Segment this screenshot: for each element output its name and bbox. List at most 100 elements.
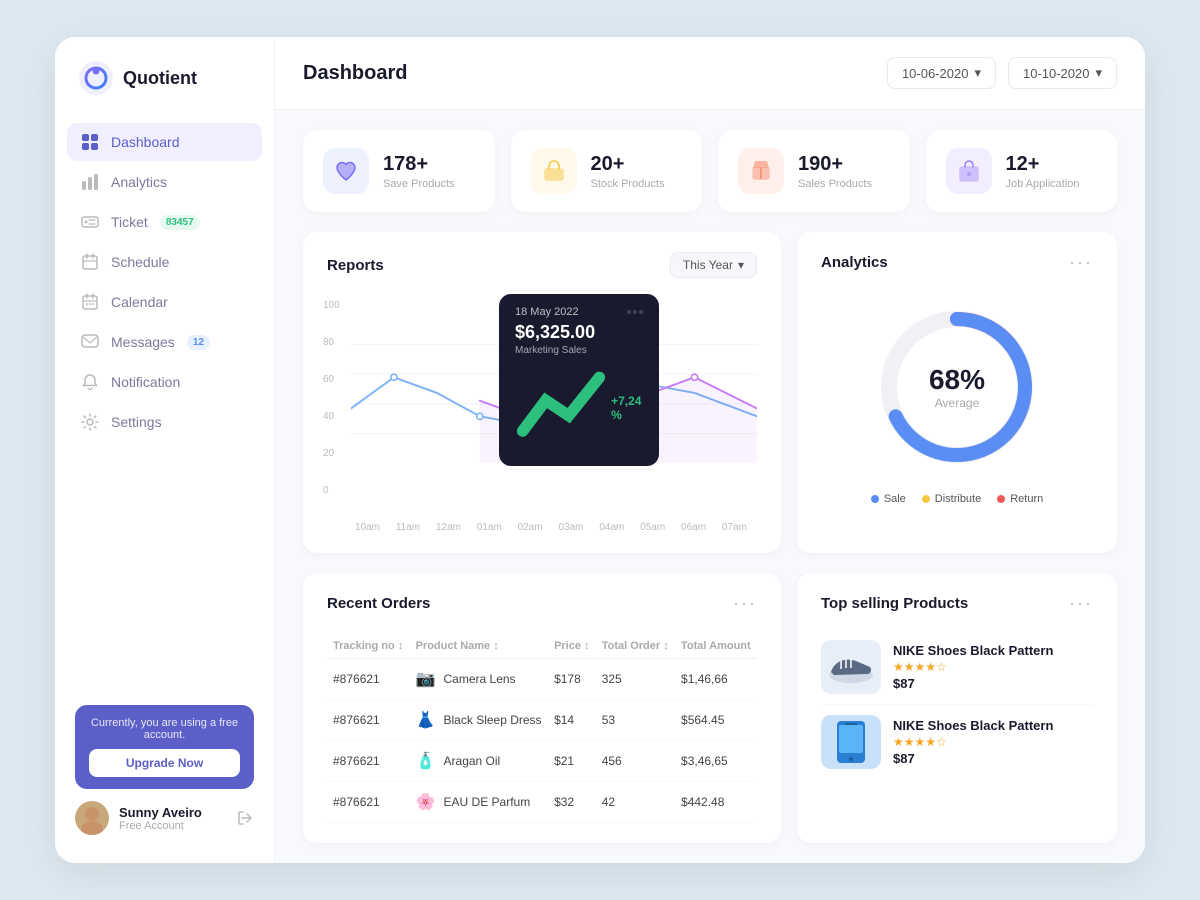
content: 178+ Save Products 20+ Stock Products (275, 110, 1145, 863)
return-dot (997, 495, 1005, 503)
sidebar-bottom: Currently, you are using a free account.… (55, 693, 274, 847)
upgrade-box: Currently, you are using a free account.… (75, 705, 254, 789)
logout-icon[interactable] (236, 809, 254, 827)
product-item-1: NIKE Shoes Black Pattern ★★★★☆ $87 (821, 630, 1093, 705)
sidebar-item-label: Ticket (111, 214, 148, 230)
sidebar-item-notification[interactable]: Notification (67, 363, 262, 401)
message-icon (81, 333, 99, 351)
top-selling-title: Top selling Products (821, 595, 968, 612)
total-amount-cell: $3,46,65 (675, 741, 757, 782)
top-more-icon[interactable]: ··· (1069, 593, 1093, 614)
total-amount-cell: $564.45 (675, 700, 757, 741)
sidebar-item-analytics[interactable]: Analytics (67, 163, 262, 201)
sidebar-item-label: Settings (111, 414, 162, 430)
sidebar-item-label: Messages (111, 334, 175, 350)
upgrade-text: Currently, you are using a free account. (89, 717, 240, 741)
product-cell: 🧴Aragan Oil (410, 741, 548, 782)
distribute-dot (922, 495, 930, 503)
bell-icon (81, 373, 99, 391)
sidebar-item-dashboard[interactable]: Dashboard (67, 123, 262, 161)
product-stars-1: ★★★★☆ (893, 660, 1093, 674)
total-order-cell: 456 (596, 741, 675, 782)
sidebar-item-schedule[interactable]: Schedule (67, 243, 262, 281)
chart-header: Reports This Year ▾ (327, 252, 757, 278)
reports-title: Reports (327, 257, 384, 274)
chart-icon (81, 173, 99, 191)
stat-label-job: Job Application (1006, 178, 1080, 190)
stat-value-save: 178+ (383, 153, 455, 176)
product-cell: 👗Black Sleep Dress (410, 700, 548, 741)
table-row: #876621 🧴Aragan Oil $21 456 $3,46,65 (327, 741, 757, 782)
logo-icon (79, 61, 113, 95)
donut-chart: 68% Average (867, 297, 1047, 477)
header: Dashboard 10-06-2020 ▾ 10-10-2020 ▾ (275, 37, 1145, 110)
orders-more-icon[interactable]: ··· (733, 593, 757, 614)
date-from-button[interactable]: 10-06-2020 ▾ (887, 57, 996, 89)
price-cell: $178 (548, 659, 596, 700)
sidebar-item-ticket[interactable]: Ticket 83457 (67, 203, 262, 241)
nav-items: Dashboard Analytics Ticket (55, 123, 274, 693)
stat-value-sales: 190+ (798, 153, 872, 176)
sidebar-item-label: Dashboard (111, 134, 180, 150)
bottom-row: Recent Orders ··· Tracking no ↕ Product … (303, 573, 1117, 843)
stats-row: 178+ Save Products 20+ Stock Products (303, 130, 1117, 212)
stat-card-job: 12+ Job Application (926, 130, 1118, 212)
middle-row: Reports This Year ▾ 020406080100 (303, 232, 1117, 553)
donut-center: 68% Average (929, 364, 985, 410)
col-total-amount: Total Amount (675, 630, 757, 659)
date-filters: 10-06-2020 ▾ 10-10-2020 ▾ (887, 57, 1117, 89)
stat-info-stock: 20+ Stock Products (591, 153, 665, 190)
tracking-cell: #876621 (327, 782, 410, 823)
stat-icon-stock (531, 148, 577, 194)
top-selling-card: Top selling Products ··· (797, 573, 1117, 843)
stat-label-save: Save Products (383, 178, 455, 190)
more-options-icon[interactable]: ··· (1069, 252, 1093, 273)
price-cell: $32 (548, 782, 596, 823)
logo-text: Quotient (123, 68, 197, 89)
product-item-2: NIKE Shoes Black Pattern ★★★★☆ $87 (821, 705, 1093, 779)
date-to-button[interactable]: 10-10-2020 ▾ (1008, 57, 1117, 89)
tracking-cell: #876621 (327, 741, 410, 782)
col-product[interactable]: Product Name ↕ (410, 630, 548, 659)
table-row: #876621 🌸EAU DE Parfum $32 42 $442.48 (327, 782, 757, 823)
col-total-order[interactable]: Total Order ↕ (596, 630, 675, 659)
legend-sale: Sale (871, 493, 906, 505)
chevron-icon: ▾ (738, 258, 744, 272)
stat-value-stock: 20+ (591, 153, 665, 176)
stat-info-save: 178+ Save Products (383, 153, 455, 190)
product-name-1: NIKE Shoes Black Pattern (893, 643, 1093, 658)
sidebar-item-label: Calendar (111, 294, 168, 310)
stat-label-stock: Stock Products (591, 178, 665, 190)
total-order-cell: 42 (596, 782, 675, 823)
col-tracking[interactable]: Tracking no ↕ (327, 630, 410, 659)
schedule-icon (81, 253, 99, 271)
ticket-icon (81, 213, 99, 231)
orders-card: Recent Orders ··· Tracking no ↕ Product … (303, 573, 781, 843)
sidebar-item-calendar[interactable]: Calendar (67, 283, 262, 321)
grid-icon (81, 133, 99, 151)
stat-card-save: 178+ Save Products (303, 130, 495, 212)
main-content: Dashboard 10-06-2020 ▾ 10-10-2020 ▾ (275, 37, 1145, 863)
period-button[interactable]: This Year ▾ (670, 252, 757, 278)
donut-percentage: 68% (929, 364, 985, 396)
date-to-label: 10-10-2020 (1023, 66, 1090, 81)
col-price[interactable]: Price ↕ (548, 630, 596, 659)
total-order-cell: 325 (596, 659, 675, 700)
stat-card-sales: 190+ Sales Products (718, 130, 910, 212)
sidebar-item-messages[interactable]: Messages 12 (67, 323, 262, 361)
user-info: Sunny Aveiro Free Account (119, 805, 226, 832)
tracking-cell: #876621 (327, 700, 410, 741)
sale-dot (871, 495, 879, 503)
upgrade-button[interactable]: Upgrade Now (89, 749, 240, 777)
sidebar-item-settings[interactable]: Settings (67, 403, 262, 441)
price-cell: $14 (548, 700, 596, 741)
calendar-icon (81, 293, 99, 311)
stat-icon-sales (738, 148, 784, 194)
stat-card-stock: 20+ Stock Products (511, 130, 703, 212)
stat-value-job: 12+ (1006, 153, 1080, 176)
tracking-cell: #876621 (327, 659, 410, 700)
product-price-1: $87 (893, 676, 1093, 691)
stat-label-sales: Sales Products (798, 178, 872, 190)
sidebar-item-label: Notification (111, 374, 180, 390)
price-cell: $21 (548, 741, 596, 782)
